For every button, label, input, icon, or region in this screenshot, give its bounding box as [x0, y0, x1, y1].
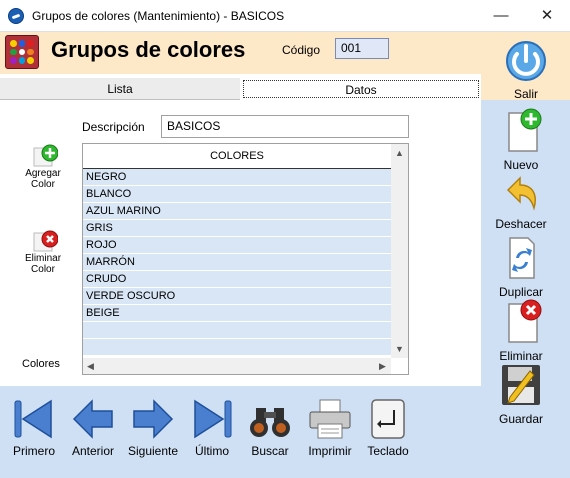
first-record-icon: [14, 399, 52, 439]
delete-color-label: Eliminar Color: [24, 253, 62, 275]
scroll-right-icon[interactable]: ▶: [379, 361, 386, 372]
previous-button[interactable]: Anterior: [68, 398, 118, 458]
title-bar: Grupos de colores (Mantenimiento) - BASI…: [0, 0, 570, 32]
keyboard-label: Teclado: [367, 444, 409, 458]
delete-button[interactable]: Eliminar: [481, 298, 561, 363]
save-disk-icon: [502, 365, 540, 405]
save-label: Guardar: [498, 412, 544, 426]
scroll-down-icon[interactable]: ▼: [395, 344, 404, 354]
next-button[interactable]: Siguiente: [124, 398, 182, 458]
table-row[interactable]: [83, 339, 391, 356]
tab-lista[interactable]: Lista: [0, 78, 240, 100]
undo-label: Deshacer: [495, 217, 547, 231]
first-button[interactable]: Primero: [10, 398, 58, 458]
last-record-icon: [194, 399, 232, 439]
first-label: Primero: [12, 444, 55, 458]
add-color-label: Agregar Color: [25, 168, 61, 190]
app-icon: [8, 8, 24, 24]
delete-icon: [33, 230, 58, 252]
delete-color-button[interactable]: Eliminar Color: [20, 229, 66, 275]
vertical-scrollbar[interactable]: ▲ ▼: [391, 144, 408, 358]
description-input[interactable]: BASICOS: [161, 115, 409, 138]
scroll-left-icon[interactable]: ◀: [87, 361, 94, 372]
description-label: Descripción: [82, 120, 145, 134]
exit-label: Salir: [513, 87, 538, 101]
code-label: Código: [282, 43, 321, 57]
code-field[interactable]: 001: [335, 38, 389, 59]
table-row[interactable]: AZUL MARINO: [83, 203, 391, 220]
undo-arrow-icon: [506, 176, 536, 211]
minimize-button[interactable]: —: [478, 0, 524, 32]
duplicate-label: Duplicar: [498, 285, 543, 299]
search-button[interactable]: Buscar: [244, 398, 296, 458]
add-icon: [33, 144, 58, 167]
enter-key-icon: [371, 399, 405, 439]
table-row[interactable]: [83, 322, 391, 339]
window-title: Grupos de colores (Mantenimiento) - BASI…: [32, 9, 285, 23]
grid-column-header[interactable]: COLORES: [83, 144, 391, 169]
print-button[interactable]: Imprimir: [302, 398, 358, 458]
duplicate-icon: [509, 237, 535, 279]
next-arrow-icon: [133, 399, 174, 439]
new-document-icon: [508, 108, 542, 152]
colors-grid[interactable]: COLORES NEGRO BLANCO AZUL MARINO GRIS RO…: [82, 143, 409, 375]
scroll-up-icon[interactable]: ▲: [395, 148, 404, 158]
add-color-button[interactable]: Agregar Color: [20, 144, 66, 190]
table-row[interactable]: CRUDO: [83, 271, 391, 288]
next-label: Siguiente: [127, 444, 179, 458]
close-button[interactable]: ✕: [524, 0, 570, 32]
duplicate-button[interactable]: Duplicar: [481, 236, 561, 299]
binoculars-icon: [250, 408, 290, 437]
color-palette-logo-icon: [5, 35, 39, 69]
table-row[interactable]: MARRÓN: [83, 254, 391, 271]
new-label: Nuevo: [503, 158, 539, 172]
table-row[interactable]: ROJO: [83, 237, 391, 254]
tab-datos[interactable]: Datos: [243, 80, 479, 98]
last-label: Último: [194, 444, 229, 458]
page-title: Grupos de colores: [51, 37, 246, 62]
table-row[interactable]: NEGRO: [83, 169, 391, 186]
undo-button[interactable]: Deshacer: [481, 172, 561, 231]
exit-button[interactable]: Salir: [486, 36, 566, 101]
table-row[interactable]: VERDE OSCURO: [83, 288, 391, 305]
tab-bar: Lista Datos: [0, 78, 481, 100]
colors-label: Colores: [22, 358, 60, 370]
table-row[interactable]: BEIGE: [83, 305, 391, 322]
last-button[interactable]: Último: [188, 398, 236, 458]
new-button[interactable]: Nuevo: [481, 107, 561, 172]
print-label: Imprimir: [308, 444, 352, 458]
previous-arrow-icon: [72, 399, 113, 439]
table-row[interactable]: BLANCO: [83, 186, 391, 203]
horizontal-scrollbar[interactable]: ◀ ▶: [83, 358, 391, 374]
power-icon: [506, 41, 546, 81]
grid-rows: NEGRO BLANCO AZUL MARINO GRIS ROJO MARRÓ…: [83, 169, 391, 356]
previous-label: Anterior: [71, 444, 115, 458]
search-label: Buscar: [251, 444, 289, 458]
delete-label: Eliminar: [499, 349, 543, 363]
printer-icon: [309, 399, 351, 439]
table-row[interactable]: GRIS: [83, 220, 391, 237]
delete-document-icon: [508, 299, 542, 343]
keyboard-button[interactable]: Teclado: [362, 398, 414, 458]
save-button[interactable]: Guardar: [481, 363, 561, 426]
